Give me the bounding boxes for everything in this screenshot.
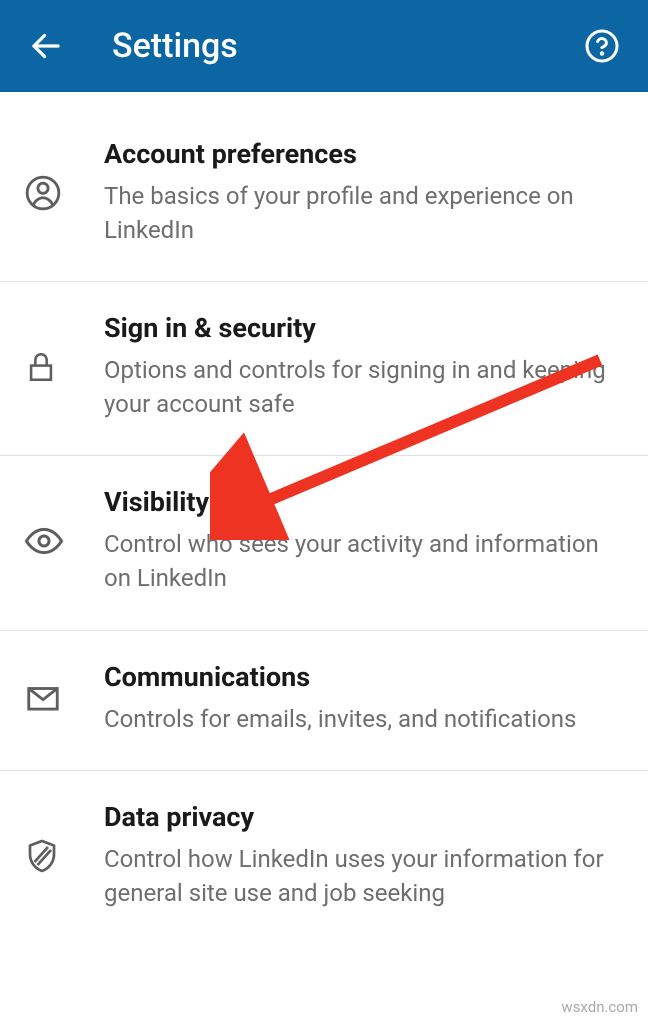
section-description: Controls for emails, invites, and notifi…	[104, 703, 624, 737]
section-title: Sign in & security	[104, 312, 624, 344]
section-description: Options and controls for signing in and …	[104, 354, 624, 421]
help-button[interactable]	[580, 24, 624, 68]
back-button[interactable]	[24, 24, 68, 68]
section-account-preferences[interactable]: Account preferences The basics of your p…	[0, 92, 648, 282]
help-icon	[584, 28, 620, 64]
page-title: Settings	[112, 26, 580, 66]
settings-list: Account preferences The basics of your p…	[0, 92, 648, 944]
section-title: Account preferences	[104, 138, 624, 170]
section-signin-security[interactable]: Sign in & security Options and controls …	[0, 282, 648, 456]
eye-icon	[24, 521, 84, 561]
header-bar: Settings	[0, 0, 648, 92]
shield-icon	[24, 838, 84, 874]
section-title: Data privacy	[104, 801, 624, 833]
section-title: Visibility	[104, 486, 624, 518]
section-description: Control how LinkedIn uses your informati…	[104, 843, 624, 910]
section-description: The basics of your profile and experienc…	[104, 180, 624, 247]
watermark: wsxdn.com	[561, 998, 638, 1016]
arrow-left-icon	[28, 28, 64, 64]
envelope-icon	[24, 679, 84, 717]
section-communications[interactable]: Communications Controls for emails, invi…	[0, 631, 648, 772]
section-title: Communications	[104, 661, 624, 693]
profile-icon	[24, 174, 84, 212]
section-description: Control who sees your activity and infor…	[104, 528, 624, 595]
section-data-privacy[interactable]: Data privacy Control how LinkedIn uses y…	[0, 771, 648, 944]
lock-icon	[24, 350, 84, 384]
section-visibility[interactable]: Visibility Control who sees your activit…	[0, 456, 648, 630]
